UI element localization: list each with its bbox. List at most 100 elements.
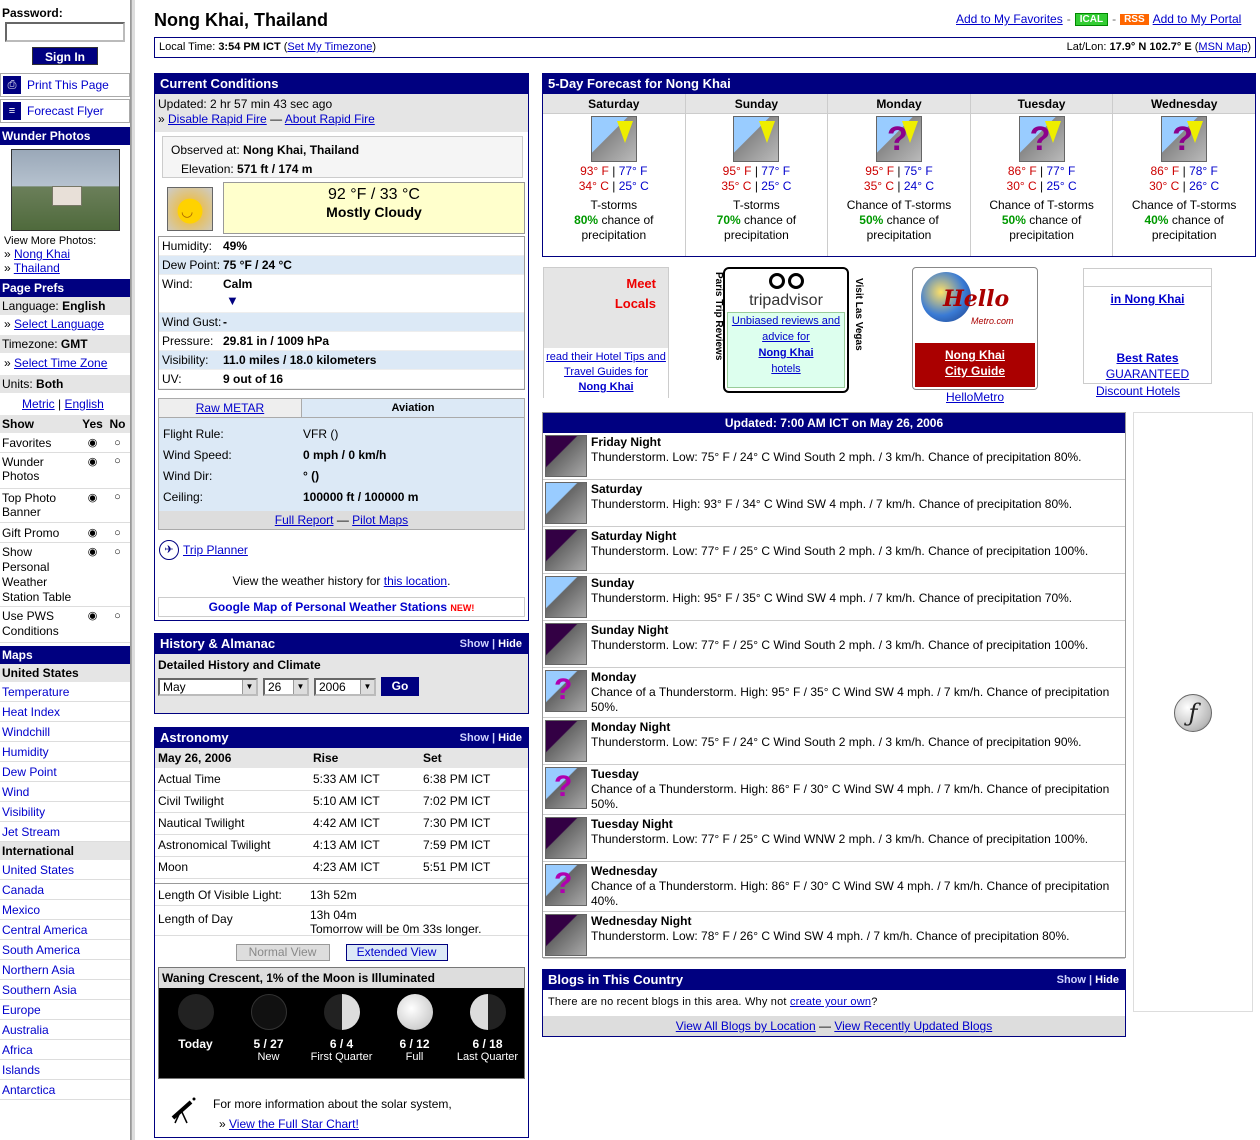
- radio-yes[interactable]: ◉: [80, 523, 105, 543]
- month-select[interactable]: May ▼: [158, 677, 258, 696]
- view-blogs-location-link[interactable]: View All Blogs by Location: [676, 1019, 816, 1033]
- tips-city-link[interactable]: Nong Khai: [579, 381, 634, 393]
- in-city-link[interactable]: in Nong Khai: [1111, 292, 1185, 306]
- hellometro-ad[interactable]: Hello Metro.com Nong Khai City Guide: [912, 267, 1038, 390]
- day-select[interactable]: 26 ▼: [263, 677, 309, 696]
- show-link[interactable]: Show: [1057, 974, 1086, 986]
- msn-map-link[interactable]: MSN Map: [1198, 41, 1247, 53]
- radio-yes[interactable]: ◉: [80, 455, 105, 468]
- raw-metar-link[interactable]: Raw METAR: [196, 401, 264, 415]
- map-link[interactable]: Dew Point: [0, 762, 130, 782]
- map-link[interactable]: Africa: [0, 1040, 130, 1060]
- photo-link-thailand[interactable]: Thailand: [14, 261, 60, 275]
- map-link[interactable]: Jet Stream: [0, 822, 130, 842]
- history-location-link[interactable]: this location: [384, 574, 447, 588]
- units-english-link[interactable]: English: [64, 397, 103, 411]
- rss-badge[interactable]: RSS: [1120, 13, 1149, 25]
- wunder-photo[interactable]: [11, 149, 120, 231]
- radio-no[interactable]: ○: [105, 523, 130, 543]
- create-blog-link[interactable]: create your own: [790, 996, 871, 1008]
- trip-planner-link[interactable]: Trip Planner: [183, 543, 248, 557]
- hide-link[interactable]: Hide: [1095, 974, 1119, 986]
- paris-trip-text[interactable]: Paris Trip Reviews: [710, 272, 724, 372]
- radio-no[interactable]: ○: [105, 545, 130, 560]
- map-link[interactable]: Heat Index: [0, 702, 130, 722]
- hellometro-link[interactable]: HelloMetro: [946, 390, 1004, 404]
- units-metric-link[interactable]: Metric: [22, 397, 55, 411]
- add-portal-link[interactable]: Add to My Portal: [1153, 12, 1242, 26]
- map-link[interactable]: Antarctica: [0, 1080, 130, 1100]
- map-link[interactable]: Islands: [0, 1060, 130, 1080]
- about-rapid-fire-link[interactable]: About Rapid Fire: [285, 112, 375, 126]
- normal-view-button[interactable]: Normal View: [235, 943, 330, 961]
- hello-city-guide[interactable]: Nong Khai City Guide: [915, 343, 1035, 387]
- radio-no[interactable]: ○: [105, 455, 130, 467]
- map-link[interactable]: Europe: [0, 1000, 130, 1020]
- disable-rapid-fire-link[interactable]: Disable Rapid Fire: [168, 112, 267, 126]
- map-link[interactable]: Wind: [0, 782, 130, 802]
- ical-badge[interactable]: ICAL: [1074, 12, 1109, 26]
- radio-no[interactable]: ○: [105, 491, 130, 503]
- full-report-link[interactable]: Full Report: [275, 513, 334, 527]
- set-timezone-link[interactable]: Set My Timezone: [287, 41, 372, 53]
- tab-aviation[interactable]: Aviation: [302, 399, 524, 417]
- select-timezone-link[interactable]: Select Time Zone: [14, 356, 107, 370]
- sidebar-scrollbar[interactable]: [131, 0, 135, 1140]
- hide-link[interactable]: Hide: [498, 638, 522, 650]
- condition-label: Wind Gust:: [162, 315, 222, 329]
- sign-in-button[interactable]: Sign In: [32, 47, 98, 65]
- gmap-pws-link[interactable]: Google Map of Personal Weather Stations: [209, 600, 447, 614]
- astro-rise: 5:33 AM ICT: [313, 771, 380, 786]
- select-language-link[interactable]: Select Language: [14, 317, 104, 331]
- radio-yes[interactable]: ◉: [80, 609, 105, 624]
- map-link[interactable]: Canada: [0, 880, 130, 900]
- print-page-button[interactable]: ⎙ Print This Page: [0, 73, 130, 97]
- discount-hotels-ad[interactable]: in Nong Khai Best Rates GUARANTEED: [1083, 268, 1212, 384]
- go-button[interactable]: Go: [381, 677, 419, 696]
- add-favorites-link[interactable]: Add to My Favorites: [956, 12, 1063, 26]
- tripadvisor-ad[interactable]: tripadvisor Unbiased reviews and advice …: [723, 267, 849, 393]
- year-select[interactable]: 2006 ▼: [314, 677, 376, 696]
- map-link[interactable]: United States: [0, 860, 130, 880]
- visit-vegas-text[interactable]: Visit Las Vegas: [850, 278, 864, 368]
- map-link[interactable]: Windchill: [0, 722, 130, 742]
- extended-view-button[interactable]: Extended View: [345, 943, 448, 961]
- map-link[interactable]: Humidity: [0, 742, 130, 762]
- radio-yes[interactable]: ◉: [80, 433, 105, 453]
- meet-locals-ad[interactable]: Meet Locals read their Hotel Tips and Tra…: [543, 267, 669, 398]
- show-link[interactable]: Show: [460, 638, 489, 650]
- length-of-day-row: Length of Day 13h 04m Tomorrow will be 0m …: [155, 906, 528, 936]
- pilot-maps-link[interactable]: Pilot Maps: [352, 513, 408, 527]
- aviation-rows: Flight Rule: VFR () Wind Speed: 0 mph / 0 k…: [159, 418, 524, 508]
- view-recent-blogs-link[interactable]: View Recently Updated Blogs: [834, 1019, 992, 1033]
- radio-yes[interactable]: ◉: [80, 491, 105, 504]
- hide-link[interactable]: Hide: [498, 732, 522, 744]
- condition-label: Humidity:: [162, 239, 213, 253]
- map-link[interactable]: Australia: [0, 1020, 130, 1040]
- aviation-value: VFR (): [303, 427, 339, 441]
- map-link[interactable]: Southern Asia: [0, 980, 130, 1000]
- star-chart-link[interactable]: View the Full Star Chart!: [229, 1117, 359, 1131]
- map-link[interactable]: Mexico: [0, 900, 130, 920]
- photo-link-nong-khai[interactable]: Nong Khai: [14, 247, 70, 261]
- map-link[interactable]: South America: [0, 940, 130, 960]
- show-link[interactable]: Show: [460, 732, 489, 744]
- radio-no[interactable]: ○: [105, 433, 130, 453]
- map-link[interactable]: Visibility: [0, 802, 130, 822]
- radio-no[interactable]: ○: [105, 609, 130, 624]
- updated-label: Updated:: [158, 97, 207, 111]
- low-c: 25° C: [1046, 179, 1077, 193]
- detailed-forecast-text: Sunday Night Thunderstorm. Low: 77° F / 2…: [587, 623, 1088, 665]
- star-chart-block: For more information about the solar sys…: [213, 1094, 452, 1134]
- radio-yes[interactable]: ◉: [80, 545, 105, 560]
- tab-raw-metar[interactable]: Raw METAR: [159, 399, 302, 417]
- map-link[interactable]: Temperature: [0, 682, 130, 702]
- map-link[interactable]: Central America: [0, 920, 130, 940]
- flash-plugin-icon[interactable]: ƒ: [1174, 694, 1212, 732]
- password-input[interactable]: [5, 22, 125, 42]
- map-link[interactable]: Northern Asia: [0, 960, 130, 980]
- forecast-flyer-button[interactable]: ≡ Forecast Flyer: [0, 99, 130, 123]
- discount-hotels-link[interactable]: Discount Hotels: [1096, 384, 1180, 398]
- detailed-forecast-row: Saturday Night Thunderstorm. Low: 77° F /…: [543, 527, 1125, 574]
- hotel-tips-link[interactable]: read their Hotel Tips and Travel Guides …: [546, 351, 666, 378]
